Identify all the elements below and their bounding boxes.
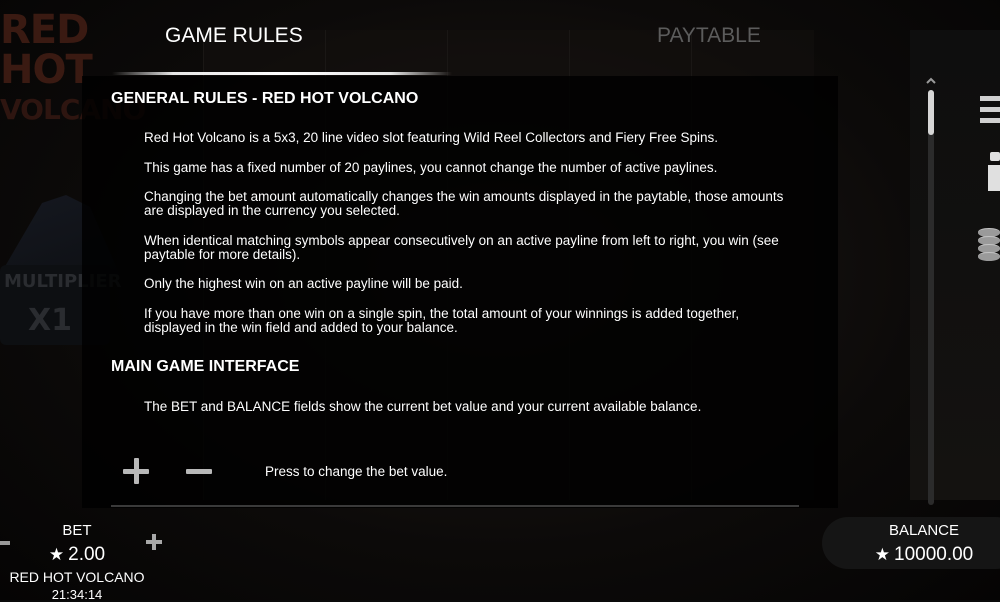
panel-divider bbox=[111, 505, 799, 507]
main-interface-heading: MAIN GAME INTERFACE bbox=[111, 358, 300, 375]
balance-value-field: ★ 10000.00 bbox=[862, 544, 986, 566]
game-name: RED HOT VOLCANO bbox=[9, 569, 145, 585]
general-rules-heading: GENERAL RULES - RED HOT VOLCANO bbox=[111, 90, 419, 107]
minus-icon bbox=[186, 457, 214, 485]
rules-paragraph: If you have more than one win on a singl… bbox=[144, 306, 740, 335]
bet-label: BET bbox=[62, 522, 92, 539]
tab-paytable[interactable]: PAYTABLE bbox=[657, 24, 761, 48]
scrollbar-thumb[interactable] bbox=[928, 90, 934, 135]
star-icon: ★ bbox=[48, 545, 65, 564]
rules-paragraph: Only the highest win on an active paylin… bbox=[144, 276, 463, 291]
bet-increase-button[interactable] bbox=[144, 532, 164, 552]
coins-icon[interactable] bbox=[978, 226, 1000, 266]
info-icon[interactable] bbox=[988, 152, 1000, 192]
bet-buttons-description: Press to change the bet value. bbox=[265, 464, 448, 479]
tab-game-rules[interactable]: GAME RULES bbox=[165, 24, 303, 48]
interface-paragraph: The BET and BALANCE fields show the curr… bbox=[144, 399, 702, 414]
bet-decrease-button[interactable] bbox=[0, 541, 10, 545]
balance-label: BALANCE bbox=[888, 522, 960, 539]
scroll-up-icon[interactable] bbox=[924, 75, 938, 87]
active-tab-indicator bbox=[112, 72, 452, 75]
rules-paragraph: This game has a fixed number of 20 payli… bbox=[144, 160, 718, 175]
rules-panel: GENERAL RULES - RED HOT VOLCANO Red Hot … bbox=[82, 76, 838, 508]
star-icon: ★ bbox=[874, 545, 890, 564]
bet-value-field: ★ 2.00 bbox=[40, 544, 114, 566]
multiplier-value: X1 bbox=[28, 303, 73, 338]
menu-icon[interactable] bbox=[980, 96, 1000, 124]
rules-content[interactable]: GENERAL RULES - RED HOT VOLCANO Red Hot … bbox=[82, 76, 838, 508]
rules-paragraph: Red Hot Volcano is a 5x3, 20 line video … bbox=[144, 130, 719, 145]
plus-icon bbox=[123, 457, 151, 485]
rules-tabs: GAME RULES PAYTABLE bbox=[0, 0, 940, 76]
bet-value: 2.00 bbox=[68, 544, 106, 565]
balance-value: 10000.00 bbox=[894, 544, 974, 565]
scrollbar-track[interactable] bbox=[928, 90, 934, 505]
rules-paragraph: When identical matching symbols appear c… bbox=[144, 233, 779, 262]
rules-paragraph: Changing the bet amount automatically ch… bbox=[144, 189, 784, 218]
